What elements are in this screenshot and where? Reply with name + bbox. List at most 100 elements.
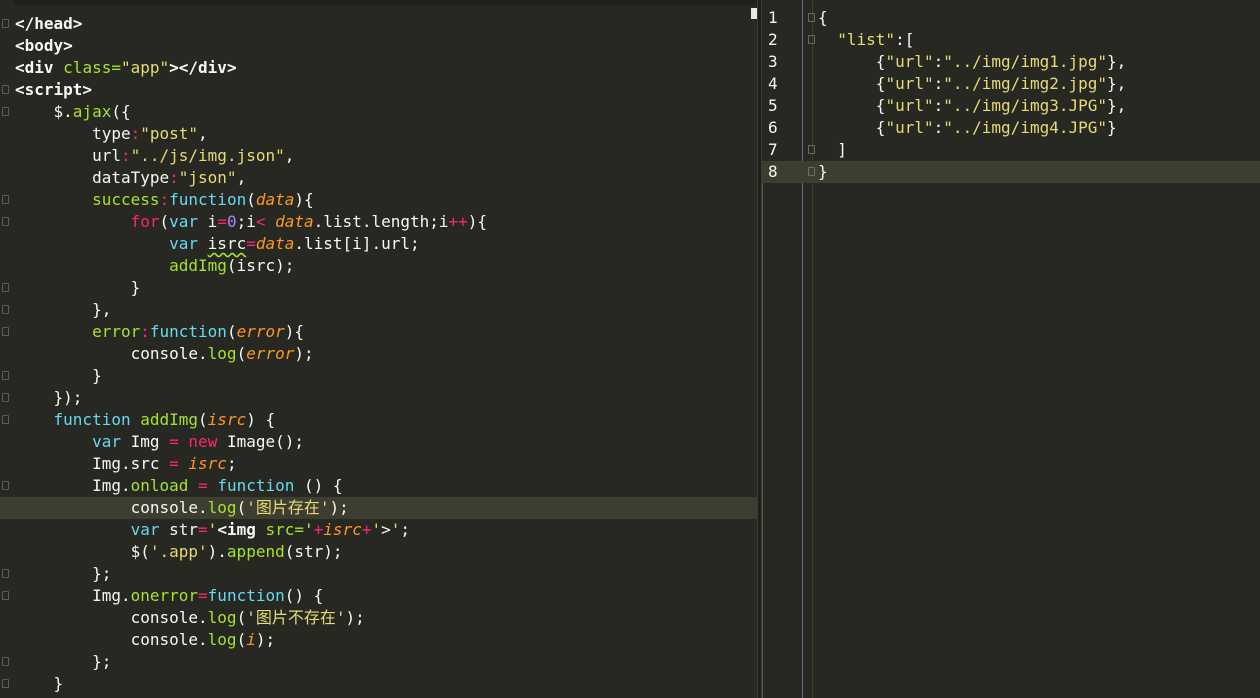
code-line[interactable]: $('.app').append(str); bbox=[0, 541, 757, 563]
code-line[interactable]: addImg(isrc); bbox=[0, 255, 757, 277]
code-token: console. bbox=[15, 630, 208, 649]
code-token: <body> bbox=[15, 36, 73, 55]
code-token: isrc bbox=[323, 520, 362, 539]
json-line[interactable]: 5 {"url":"../img/img3.JPG"}, bbox=[762, 95, 1260, 117]
fold-toggle-icon[interactable] bbox=[2, 283, 9, 292]
code-line[interactable]: var Img = new Image(); bbox=[0, 431, 757, 453]
fold-toggle-icon[interactable] bbox=[2, 679, 9, 688]
right-code-editor[interactable]: 1{2 "list":[3 {"url":"../img/img1.jpg"},… bbox=[762, 0, 1260, 698]
json-line[interactable]: 6 {"url":"../img/img4.JPG"} bbox=[762, 117, 1260, 139]
code-text: } bbox=[15, 365, 102, 387]
json-line[interactable]: 7 ] bbox=[762, 139, 1260, 161]
code-token: dataType bbox=[15, 168, 170, 187]
code-text: } bbox=[15, 277, 141, 299]
json-line[interactable]: 8} bbox=[762, 161, 1260, 183]
fold-toggle-icon[interactable] bbox=[2, 415, 9, 424]
code-token: str bbox=[159, 520, 199, 539]
code-token: for bbox=[130, 212, 160, 231]
code-token: } bbox=[15, 366, 102, 385]
code-line[interactable]: Img.onload = function () { bbox=[0, 475, 757, 497]
json-token: "../img/img3.JPG" bbox=[943, 96, 1108, 115]
code-line[interactable]: console.log('图片存在'); bbox=[0, 497, 757, 519]
code-token: '图片不存在' bbox=[246, 608, 346, 627]
code-line[interactable]: console.log('图片不存在'); bbox=[0, 607, 757, 629]
fold-toggle-icon[interactable] bbox=[2, 85, 9, 94]
json-line[interactable]: 2 "list":[ bbox=[762, 29, 1260, 51]
fold-toggle-icon[interactable] bbox=[2, 481, 9, 490]
code-line[interactable]: }; bbox=[0, 651, 757, 673]
json-token: "url" bbox=[885, 118, 934, 137]
code-text: dataType:"json", bbox=[15, 167, 246, 189]
code-token: </head> bbox=[15, 14, 83, 33]
code-line[interactable]: } bbox=[0, 277, 757, 299]
code-line[interactable]: </head> bbox=[0, 13, 757, 35]
code-text: }, bbox=[15, 299, 111, 321]
fold-toggle-icon[interactable] bbox=[2, 371, 9, 380]
code-line[interactable]: success:function(data){ bbox=[0, 189, 757, 211]
fold-toggle-icon[interactable] bbox=[2, 19, 9, 28]
code-token: : bbox=[169, 168, 179, 187]
code-line[interactable]: var str='<img src='+isrc+'>'; bbox=[0, 519, 757, 541]
code-token: () { bbox=[284, 586, 324, 605]
json-token: "list" bbox=[837, 30, 896, 49]
json-line[interactable]: 3 {"url":"../img/img1.jpg"}, bbox=[762, 51, 1260, 73]
fold-toggle-icon[interactable] bbox=[2, 305, 9, 314]
code-text: </head> bbox=[15, 13, 82, 35]
code-token: onerror bbox=[130, 586, 199, 605]
code-token: .list.length;i bbox=[313, 212, 449, 231]
code-token: , bbox=[284, 146, 295, 165]
code-line[interactable]: <div class="app"></div> bbox=[0, 57, 757, 79]
code-line[interactable]: } bbox=[0, 365, 757, 387]
code-token: } bbox=[15, 674, 64, 693]
code-line[interactable]: <script> bbox=[0, 79, 757, 101]
code-line[interactable]: <body> bbox=[0, 35, 757, 57]
code-line[interactable]: $.ajax({ bbox=[0, 101, 757, 123]
code-token: + bbox=[313, 520, 324, 539]
json-line[interactable]: 4 {"url":"../img/img2.jpg"}, bbox=[762, 73, 1260, 95]
fold-toggle-icon[interactable] bbox=[808, 145, 815, 154]
fold-toggle-icon[interactable] bbox=[2, 569, 9, 578]
left-code-editor[interactable]: </head> <body> <div class="app"></div> <scr… bbox=[0, 0, 757, 698]
code-line[interactable]: for(var i=0;i< data.list.length;i++){ bbox=[0, 211, 757, 233]
code-line[interactable]: }, bbox=[0, 299, 757, 321]
code-line[interactable]: console.log(i); bbox=[0, 629, 757, 651]
code-line[interactable]: console.log(error); bbox=[0, 343, 757, 365]
code-line[interactable]: var isrc=data.list[i].url; bbox=[0, 233, 757, 255]
code-line[interactable]: type:"post", bbox=[0, 123, 757, 145]
code-line[interactable]: Img.src = isrc; bbox=[0, 453, 757, 475]
code-line[interactable]: dataType:"json", bbox=[0, 167, 757, 189]
code-token: ( bbox=[226, 322, 237, 341]
fold-toggle-icon[interactable] bbox=[2, 217, 9, 226]
fold-toggle-icon[interactable] bbox=[2, 591, 9, 600]
fold-toggle-icon[interactable] bbox=[808, 35, 815, 44]
code-text: console.log('图片不存在'); bbox=[15, 607, 365, 629]
code-token: ' bbox=[371, 520, 382, 539]
json-line[interactable]: 1{ bbox=[762, 7, 1260, 29]
code-token: addImg bbox=[140, 410, 199, 429]
code-token: ; bbox=[400, 520, 411, 539]
code-token: ). bbox=[207, 542, 227, 561]
fold-toggle-icon[interactable] bbox=[2, 327, 9, 336]
json-text: } bbox=[818, 161, 828, 183]
fold-toggle-icon[interactable] bbox=[808, 13, 815, 22]
code-token: ( bbox=[236, 498, 247, 517]
code-token: ){ bbox=[467, 212, 488, 231]
fold-toggle-icon[interactable] bbox=[2, 657, 9, 666]
code-line[interactable]: function addImg(isrc) { bbox=[0, 409, 757, 431]
code-line[interactable]: error:function(error){ bbox=[0, 321, 757, 343]
fold-toggle-icon[interactable] bbox=[808, 167, 815, 176]
fold-toggle-icon[interactable] bbox=[2, 107, 9, 116]
code-text: Img.onload = function () { bbox=[15, 475, 342, 497]
code-line[interactable]: Img.onerror=function() { bbox=[0, 585, 757, 607]
fold-toggle-icon[interactable] bbox=[2, 393, 9, 402]
code-line[interactable]: }); bbox=[0, 387, 757, 409]
fold-toggle-icon[interactable] bbox=[2, 195, 9, 204]
json-token: "url" bbox=[885, 96, 934, 115]
code-line[interactable]: }; bbox=[0, 563, 757, 585]
code-line[interactable]: url:"../js/img.json", bbox=[0, 145, 757, 167]
code-token: ( bbox=[236, 630, 247, 649]
code-line[interactable]: } bbox=[0, 673, 757, 695]
code-token: <div bbox=[15, 58, 64, 77]
